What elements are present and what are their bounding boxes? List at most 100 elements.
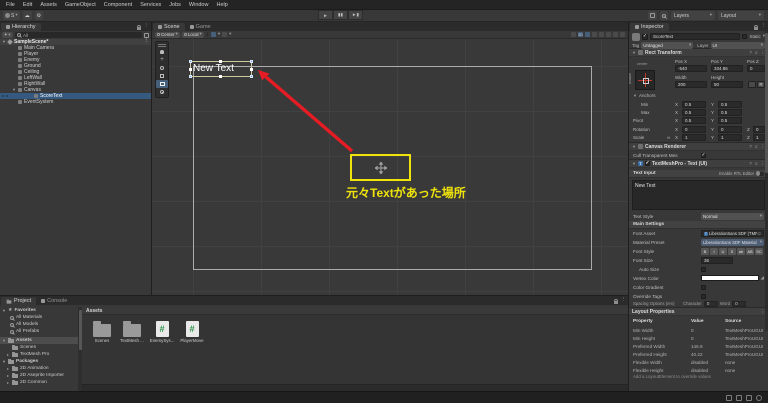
picking-toggle-icon[interactable] <box>6 95 8 97</box>
layout-properties-header[interactable]: Layout Properties ⋮ <box>629 307 768 316</box>
lock-icon[interactable] <box>137 27 141 30</box>
tab-hierarchy[interactable]: Hierarchy <box>1 23 41 31</box>
gizmos-button[interactable] <box>620 32 625 37</box>
create-object-button[interactable]: + ▾ <box>2 32 13 38</box>
height-field[interactable]: 50 <box>711 81 743 88</box>
tree-item-2d-aseprite[interactable]: ▸2D Aseprite Importer <box>0 372 78 379</box>
tree-item-2d-common[interactable]: ▸2D Common <box>0 379 78 386</box>
snap-button[interactable] <box>222 32 227 37</box>
menu-help[interactable]: Help <box>212 0 231 10</box>
max-y-field[interactable]: 0.5 <box>718 109 742 116</box>
pause-button[interactable]: ▮▮ <box>333 10 348 20</box>
hierarchy-search-input[interactable]: All <box>15 32 142 38</box>
foldout-expanded-icon[interactable]: ▼ <box>2 40 6 44</box>
tmp-header[interactable]: ▼ T ✓ TextMeshPro - Text (UI) ? ≡ ⋮ <box>629 159 768 168</box>
kebab-menu-icon[interactable]: ⋮ <box>144 24 150 30</box>
favorite-all-models[interactable]: All Models <box>0 321 78 328</box>
gameobject-name-field[interactable]: ScoreText <box>650 33 740 40</box>
tree-item-textmeshpro[interactable]: ▸TextMesh Pro <box>0 351 78 358</box>
italic-button[interactable]: I <box>710 248 718 255</box>
underline-button[interactable]: U <box>719 248 727 255</box>
hierarchy-item-eventsystem[interactable]: EventSystem <box>0 99 151 105</box>
foldout-expanded-icon[interactable]: ▼ <box>2 360 6 364</box>
foldout-collapsed-icon[interactable]: ▸ <box>6 367 10 371</box>
search-window-icon[interactable] <box>144 33 149 38</box>
pivot-x-field[interactable]: 0.5 <box>682 117 706 124</box>
settings-button[interactable]: ⚙ <box>35 11 43 20</box>
cache-status-icon[interactable] <box>746 395 752 401</box>
favorite-all-materials[interactable]: All Materials <box>0 314 78 321</box>
account-button[interactable]: S ▾ <box>3 11 20 20</box>
menu-jobs[interactable]: Jobs <box>165 0 185 10</box>
menu-file[interactable]: File <box>2 0 19 10</box>
camera-settings-button[interactable] <box>613 32 618 37</box>
font-size-field[interactable]: 36 <box>701 257 733 264</box>
tab-console[interactable]: Console <box>36 297 72 305</box>
object-picker-icon[interactable]: ⊙ <box>757 231 761 237</box>
tree-item-2d-animation[interactable]: ▸2D Animation <box>0 365 78 372</box>
foldout-expanded-icon[interactable]: ▼ <box>632 50 636 55</box>
lowercase-button[interactable]: ab <box>737 248 745 255</box>
raw-edit-button[interactable]: R <box>757 81 765 88</box>
help-icon[interactable]: ? <box>749 161 752 166</box>
min-y-field[interactable]: 0.5 <box>718 101 742 108</box>
version-control-button[interactable] <box>648 11 657 20</box>
strikethrough-button[interactable]: S <box>728 248 736 255</box>
scale-y-field[interactable]: 1 <box>718 134 742 141</box>
help-icon[interactable]: ? <box>749 50 752 55</box>
min-x-field[interactable]: 0.5 <box>682 101 706 108</box>
bold-button[interactable]: B <box>701 248 709 255</box>
text-style-dropdown[interactable]: Normal▾ <box>701 213 764 220</box>
layout-dropdown[interactable]: Layout ▾ <box>718 11 764 20</box>
anchor-preset-widget[interactable] <box>635 70 655 90</box>
menu-gameobject[interactable]: GameObject <box>61 0 100 10</box>
layer-dropdown[interactable]: UI▾ <box>711 42 765 49</box>
menu-edit[interactable]: Edit <box>19 0 36 10</box>
scene-audio-button[interactable] <box>592 32 597 37</box>
visibility-toggle-icon[interactable] <box>2 95 4 97</box>
static-checkbox[interactable] <box>742 34 747 39</box>
link-icon[interactable]: ∞ <box>667 135 670 140</box>
asset-item-playermove[interactable]: # PlayerMove <box>178 321 206 343</box>
tree-item-assets[interactable]: ▼ Assets <box>0 337 78 344</box>
uppercase-button[interactable]: AB <box>746 248 754 255</box>
scene-viewport[interactable]: + New Text <box>152 39 628 295</box>
rtl-toggle[interactable] <box>756 172 764 176</box>
scale-x-field[interactable]: 1 <box>682 134 706 141</box>
rotation-x-field[interactable]: 0 <box>682 126 706 133</box>
menu-window[interactable]: Window <box>185 0 213 10</box>
blueprint-mode-button[interactable] <box>748 81 756 88</box>
foldout-expanded-icon[interactable]: ▼ <box>2 309 6 313</box>
foldout-collapsed-icon[interactable]: ▸ <box>6 374 10 378</box>
asset-item-scenes[interactable]: Scenes <box>88 321 116 343</box>
asset-item-enemyscript[interactable]: # EnemySys... <box>148 321 176 343</box>
layers-dropdown[interactable]: Layers ▾ <box>671 11 715 20</box>
override-tags-checkbox[interactable] <box>701 294 706 299</box>
favorite-all-prefabs[interactable]: All Prefabs <box>0 328 78 335</box>
pivot-y-field[interactable]: 0.5 <box>718 117 742 124</box>
tree-item-scenes[interactable]: Scenes <box>0 344 78 351</box>
tmp-enabled-checkbox[interactable]: ✓ <box>645 161 650 166</box>
foldout-collapsed-icon[interactable]: ▸ <box>6 381 10 385</box>
assets-breadcrumb[interactable]: Assets <box>82 307 628 315</box>
width-field[interactable]: 200 <box>675 81 707 88</box>
material-preset-dropdown[interactable]: LiberationSans SDF Material ▾ <box>701 239 764 246</box>
pivot-dropdown[interactable]: Center ▾ <box>155 32 180 38</box>
scene-options-icon[interactable]: ⋮ <box>144 39 150 45</box>
presets-icon[interactable]: ≡ <box>755 144 758 149</box>
asset-item-textmeshpro[interactable]: TextMesh ... <box>118 321 146 343</box>
smallcaps-button[interactable]: SC <box>755 248 763 255</box>
play-button[interactable]: ► <box>318 10 333 20</box>
tab-scene[interactable]: Scene <box>153 23 185 31</box>
foldout-expanded-icon[interactable]: ▼ <box>12 88 16 92</box>
tree-item-packages[interactable]: ▼ Packages <box>0 358 78 365</box>
kebab-menu-icon[interactable]: ⋮ <box>621 298 627 304</box>
scene-lighting-button[interactable] <box>585 32 590 37</box>
space-dropdown[interactable]: Local ▾ <box>182 32 204 38</box>
text-input-area[interactable]: New Text <box>632 180 765 210</box>
lock-icon[interactable] <box>754 27 758 30</box>
presets-icon[interactable]: ≡ <box>755 161 758 166</box>
favorites-section[interactable]: ▼ ★ Favorites <box>0 307 78 314</box>
package-status-icon[interactable] <box>736 395 742 401</box>
rotation-y-field[interactable]: 0 <box>718 126 742 133</box>
